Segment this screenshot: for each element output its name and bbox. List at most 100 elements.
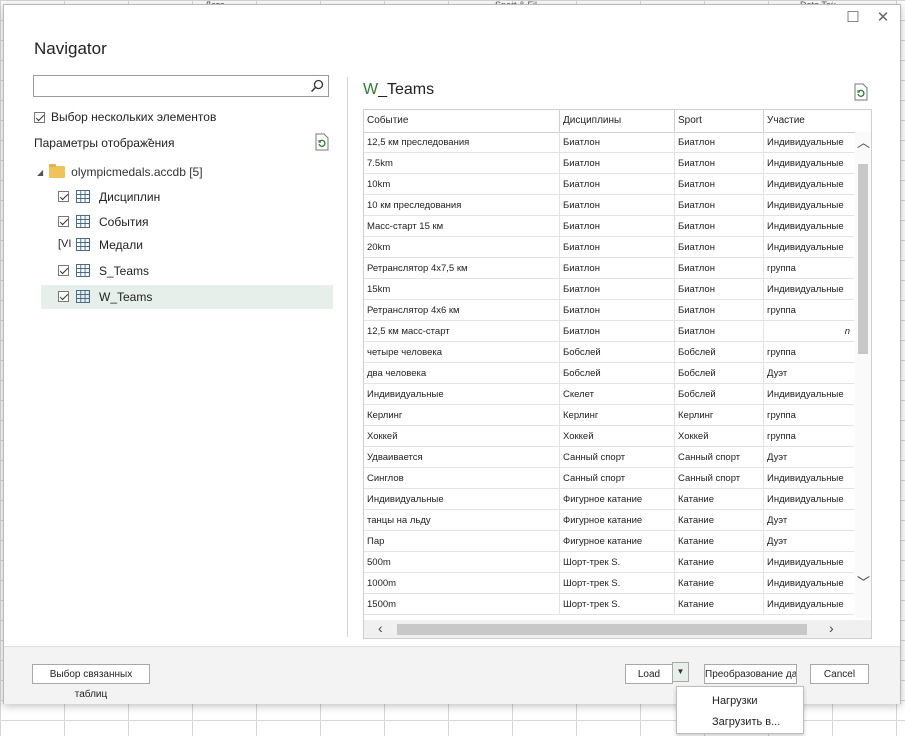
table-cell: Биатлон bbox=[560, 258, 675, 279]
tree-item-s-teams[interactable]: S_Teams bbox=[41, 259, 333, 283]
table-cell: Санный спорт bbox=[675, 468, 764, 489]
item-checkbox[interactable] bbox=[58, 191, 69, 202]
table-cell: Биатлон bbox=[560, 300, 675, 321]
scroll-left-icon[interactable]: ‹ bbox=[378, 620, 383, 636]
tree-item-label: Дисциплин bbox=[99, 190, 161, 204]
search-input[interactable] bbox=[33, 75, 329, 97]
tree-item-medals[interactable]: [VI Медали bbox=[41, 233, 333, 257]
close-icon[interactable]: ✕ bbox=[876, 10, 890, 25]
table-cell: Биатлон bbox=[560, 237, 675, 258]
navigator-dialog: ☐ ✕ Navigator Выбор нескольких элементов… bbox=[3, 4, 901, 704]
table-cell: Катание bbox=[675, 573, 764, 594]
item-checkbox[interactable] bbox=[58, 265, 69, 276]
table-cell: Шорт-трек S. bbox=[560, 594, 675, 615]
multi-select-label: Выбор нескольких элементов bbox=[51, 110, 217, 124]
table-row: Пар Фигурное катание Катание Дуэт bbox=[364, 531, 854, 552]
table-cell: Биатлон bbox=[675, 195, 764, 216]
table-cell: Биатлон bbox=[560, 216, 675, 237]
display-options-dropdown[interactable]: Параметры отображ̃ения bbox=[34, 136, 175, 150]
table-icon bbox=[76, 190, 90, 203]
column-header[interactable]: Sport bbox=[675, 110, 764, 132]
item-checkbox[interactable]: [VI bbox=[58, 238, 71, 250]
table-cell: Фигурное катание bbox=[560, 489, 675, 510]
horizontal-scroll-thumb[interactable] bbox=[397, 624, 807, 635]
item-checkbox[interactable] bbox=[58, 216, 69, 227]
table-cell: Дуэт bbox=[764, 510, 854, 531]
table-row: 20km Биатлон Биатлон Индивидуальные bbox=[364, 237, 854, 258]
table-cell: Хоккей bbox=[675, 426, 764, 447]
table-cell: Пар bbox=[364, 531, 560, 552]
table-row: Ретранслятор 4x7,5 км Биатлон Биатлон групп… bbox=[364, 258, 854, 279]
table-cell: Катание bbox=[675, 531, 764, 552]
item-checkbox[interactable] bbox=[58, 291, 69, 302]
table-row: танцы на льду Фигурное катание Катание Дуэт bbox=[364, 510, 854, 531]
table-cell: Фигурное катание bbox=[560, 510, 675, 531]
preview-title-prefix: W bbox=[363, 81, 379, 98]
table-cell: 1500m bbox=[364, 594, 560, 615]
load-button[interactable]: Load bbox=[625, 664, 673, 684]
table-cell: Фигурное катание bbox=[560, 531, 675, 552]
table-cell: Бобслей bbox=[560, 342, 675, 363]
table-cell: Биатлон bbox=[675, 132, 764, 153]
table-cell: Индивидуальные bbox=[764, 594, 854, 615]
collapse-triangle-icon[interactable]: ◢ bbox=[37, 168, 43, 177]
table-icon bbox=[76, 238, 90, 251]
vertical-scroll-thumb[interactable] bbox=[858, 164, 868, 354]
table-cell: Хоккей bbox=[364, 426, 560, 447]
column-header[interactable]: Дисциплины bbox=[560, 110, 675, 132]
cancel-button[interactable]: Cancel bbox=[810, 664, 869, 684]
scroll-up-icon[interactable]: ︿ bbox=[857, 132, 870, 151]
pane-divider[interactable] bbox=[347, 77, 348, 637]
table-cell: Биатлон bbox=[675, 153, 764, 174]
table-cell: 500m bbox=[364, 552, 560, 573]
table-cell: четыре человека bbox=[364, 342, 560, 363]
table-cell: Бобслей bbox=[560, 363, 675, 384]
table-cell: Биатлон bbox=[560, 174, 675, 195]
table-cell: Шорт-трек S. bbox=[560, 573, 675, 594]
column-header[interactable]: Событие bbox=[364, 110, 560, 132]
table-cell: Биатлон bbox=[560, 132, 675, 153]
tree-item-disciplines[interactable]: Дисциплин bbox=[41, 185, 333, 209]
table-cell: Катание bbox=[675, 552, 764, 573]
multi-select-option[interactable]: Выбор нескольких элементов bbox=[34, 110, 216, 124]
table-cell: Санный спорт bbox=[560, 468, 675, 489]
transform-data-button[interactable]: Преобразование данных bbox=[704, 664, 797, 684]
table-cell: 15km bbox=[364, 279, 560, 300]
tree-root-database[interactable]: ◢ olympicmedals.accdb [5] bbox=[37, 164, 203, 179]
table-cell: Индивидуальные bbox=[764, 552, 854, 573]
maximize-icon[interactable]: ☐ bbox=[846, 10, 860, 25]
table-cell: Индивидуальные bbox=[364, 384, 560, 405]
menu-item-load-to[interactable]: Загрузить в... bbox=[712, 716, 780, 728]
table-row: два человека Бобслей Бобслей Дуэт bbox=[364, 363, 854, 384]
vertical-scrollbar[interactable]: ︿ ﹀ bbox=[855, 132, 871, 618]
table-row: Масс-старт 15 км Биатлон Биатлон Индивидуал… bbox=[364, 216, 854, 237]
tree-item-w-teams[interactable]: W_Teams bbox=[41, 285, 333, 309]
load-dropdown-menu: Нагрузки Загрузить в... bbox=[676, 686, 804, 734]
column-header[interactable]: Участие bbox=[764, 110, 854, 132]
select-related-tables-button[interactable]: Выбор связанных таблиц bbox=[32, 664, 150, 700]
table-cell: группа bbox=[764, 405, 854, 426]
refresh-icon[interactable] bbox=[314, 133, 330, 151]
table-cell: 12,5 км преследования bbox=[364, 132, 560, 153]
scroll-right-icon[interactable]: › bbox=[829, 620, 834, 636]
menu-item-load[interactable]: Нагрузки bbox=[712, 695, 758, 707]
table-cell: Индивидуальные bbox=[364, 489, 560, 510]
multi-select-checkbox[interactable] bbox=[34, 111, 45, 123]
table-row: 1500m Шорт-трек S. Катание Индивидуальные bbox=[364, 594, 854, 615]
table-row: Удваивается Санный спорт Санный спорт Дуэт bbox=[364, 447, 854, 468]
table-cell: Бобслей bbox=[675, 342, 764, 363]
refresh-icon[interactable] bbox=[853, 83, 869, 101]
search-icon[interactable] bbox=[310, 79, 324, 93]
table-row: 1000m Шорт-трек S. Катание Индивидуальные bbox=[364, 573, 854, 594]
horizontal-scrollbar[interactable]: ‹ › bbox=[364, 620, 871, 638]
table-cell: Катание bbox=[675, 594, 764, 615]
table-cell: Удваивается bbox=[364, 447, 560, 468]
table-row: Хоккей Хоккей Хоккей группа bbox=[364, 426, 854, 447]
load-dropdown-arrow-icon[interactable]: ▼ bbox=[672, 662, 689, 682]
table-cell: Индивидуальные bbox=[764, 237, 854, 258]
table-cell: Ретранслятор 4x7,5 км bbox=[364, 258, 560, 279]
scroll-down-icon[interactable]: ﹀ bbox=[857, 572, 870, 591]
tree-item-label: События bbox=[99, 215, 149, 229]
table-cell: Биатлон bbox=[675, 258, 764, 279]
tree-item-events[interactable]: События bbox=[41, 210, 333, 234]
